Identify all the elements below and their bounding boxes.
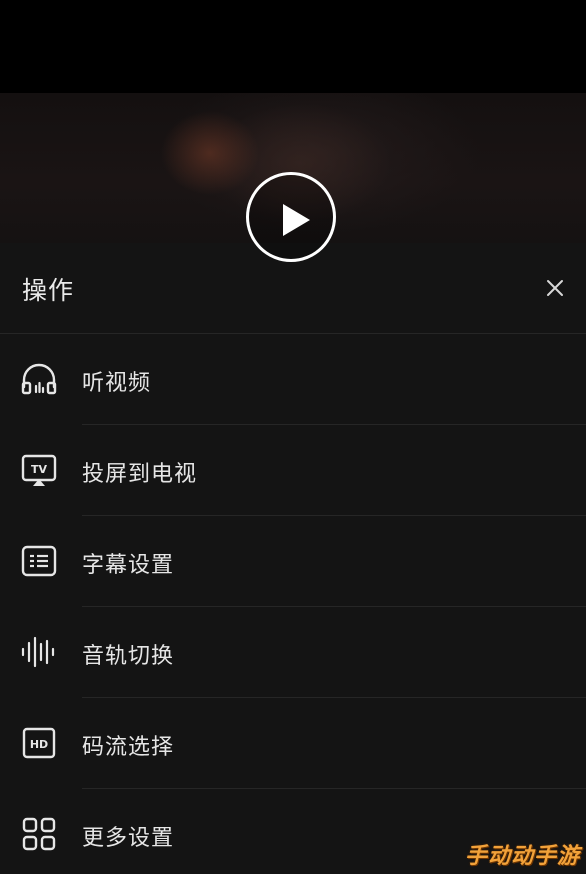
menu-list: 听视频 TV 投屏到电视 字幕设置 音轨切换 HD 码流选择 更多设置 — [0, 334, 586, 874]
menu-item-subtitle-settings[interactable]: 字幕设置 — [0, 516, 586, 607]
menu-item-label: 听视频 — [82, 371, 152, 396]
play-icon — [283, 204, 310, 236]
menu-item-label: 更多设置 — [82, 826, 175, 851]
sheet-title: 操作 — [22, 276, 75, 305]
menu-item-label: 字幕设置 — [82, 553, 175, 578]
hd-quality-icon: HD — [22, 727, 56, 759]
tv-cast-icon: TV — [21, 454, 57, 486]
play-button[interactable] — [246, 172, 336, 262]
more-settings-grid-icon — [22, 817, 56, 851]
screen: 操作 听视频 TV 投屏到电视 字幕设置 音轨切换 HD 码流选择 更多设置 手… — [0, 0, 586, 874]
menu-item-label: 投屏到电视 — [82, 462, 198, 487]
headphones-icon — [21, 363, 57, 395]
menu-item-quality-select[interactable]: HD 码流选择 — [0, 698, 586, 789]
audio-track-icon — [21, 636, 55, 668]
close-icon[interactable] — [543, 276, 567, 300]
svg-text:TV: TV — [31, 463, 48, 476]
menu-item-listen-video[interactable]: 听视频 — [0, 334, 586, 425]
menu-item-cast-to-tv[interactable]: TV 投屏到电视 — [0, 425, 586, 516]
watermark: 手动动手游 — [464, 844, 580, 869]
action-sheet: 操作 听视频 TV 投屏到电视 字幕设置 音轨切换 HD 码流选择 更多设置 — [0, 243, 586, 874]
menu-item-label: 码流选择 — [82, 735, 175, 760]
menu-item-audio-track[interactable]: 音轨切换 — [0, 607, 586, 698]
svg-text:HD: HD — [30, 738, 48, 751]
subtitles-icon — [21, 545, 57, 577]
menu-item-label: 音轨切换 — [82, 644, 175, 669]
